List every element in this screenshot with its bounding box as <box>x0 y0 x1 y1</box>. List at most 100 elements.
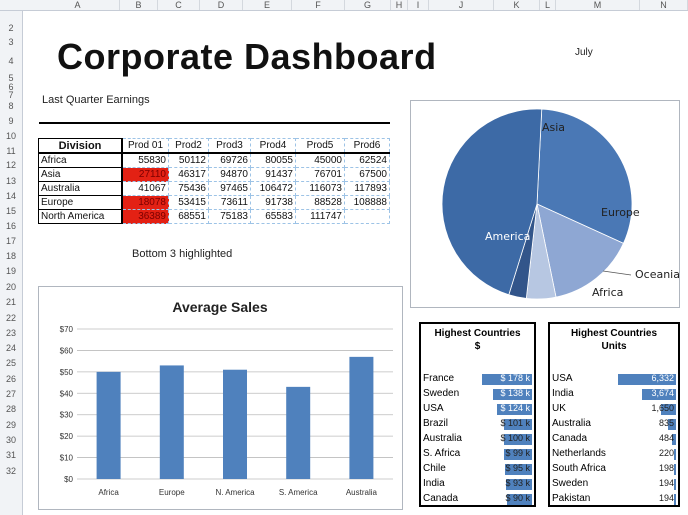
column-header[interactable]: H <box>391 0 408 10</box>
header-prod2[interactable]: Prod2 <box>168 138 209 154</box>
value-cell[interactable]: 97465 <box>208 181 251 196</box>
y-tick-label: $40 <box>60 389 74 398</box>
header-prod01[interactable]: Prod 01 <box>121 138 169 154</box>
division-cell[interactable]: Europe <box>38 195 123 210</box>
column-header[interactable]: L <box>540 0 556 10</box>
value-cell[interactable]: 65583 <box>250 209 296 224</box>
value-cell[interactable]: 76701 <box>295 167 345 182</box>
value-cell[interactable]: 117893 <box>344 181 390 196</box>
value-cell[interactable]: 69726 <box>208 152 251 168</box>
bar[interactable] <box>349 356 374 479</box>
bar[interactable] <box>96 371 121 479</box>
row-header[interactable]: 32 <box>0 466 22 476</box>
value-cell[interactable]: 75436 <box>168 181 209 196</box>
region-pie-chart[interactable]: Asia Europe Oceania Africa America <box>410 100 680 308</box>
value-cell[interactable]: 68551 <box>168 209 209 224</box>
value-cell[interactable] <box>344 209 390 224</box>
value-cell[interactable]: 116073 <box>295 181 345 196</box>
value-cell[interactable]: 73611 <box>208 195 251 210</box>
value-cell[interactable]: 67500 <box>344 167 390 182</box>
rank-row: S. Africa $ 99 k <box>423 447 532 462</box>
division-cell[interactable]: Asia <box>38 167 123 182</box>
y-tick-label: $60 <box>60 346 74 355</box>
row-header[interactable]: 26 <box>0 374 22 384</box>
average-sales-chart[interactable]: Average Sales $0 $10 $20 $30 $40 $50 $60 $70 Afr… <box>38 286 403 510</box>
row-header[interactable]: 3 <box>0 37 22 47</box>
rank-title-line2: Units <box>601 341 627 352</box>
column-header[interactable]: D <box>200 0 243 10</box>
row-header[interactable]: 4 <box>0 56 22 66</box>
row-header[interactable]: 11 <box>0 146 22 156</box>
column-header[interactable]: G <box>345 0 391 10</box>
row-header[interactable]: 23 <box>0 328 22 338</box>
row-header[interactable]: 9 <box>0 116 22 126</box>
value-cell[interactable]: 106472 <box>250 181 296 196</box>
highlighted-value-cell[interactable]: 36389 <box>121 209 169 224</box>
division-cell[interactable]: North America <box>38 209 123 224</box>
value-cell[interactable]: 75183 <box>208 209 251 224</box>
value-cell[interactable]: 46317 <box>168 167 209 182</box>
header-prod4[interactable]: Prod4 <box>250 138 296 154</box>
row-header[interactable]: 12 <box>0 160 22 170</box>
row-header[interactable]: 31 <box>0 450 22 460</box>
country-label: India <box>423 478 445 489</box>
row-header[interactable]: 22 <box>0 313 22 323</box>
value-cell[interactable]: 53415 <box>168 195 209 210</box>
value-cell[interactable]: 91738 <box>250 195 296 210</box>
row-header[interactable]: 24 <box>0 343 22 353</box>
row-header[interactable]: 19 <box>0 266 22 276</box>
header-prod5[interactable]: Prod5 <box>295 138 345 154</box>
rank-databar <box>674 449 676 460</box>
header-prod6[interactable]: Prod6 <box>344 138 390 154</box>
value-cell[interactable]: 41067 <box>121 181 169 196</box>
value-cell[interactable]: 55830 <box>121 152 169 168</box>
value-cell[interactable]: 94870 <box>208 167 251 182</box>
value-cell[interactable]: 45000 <box>295 152 345 168</box>
row-header[interactable]: 27 <box>0 389 22 399</box>
row-header[interactable]: 17 <box>0 236 22 246</box>
row-header[interactable]: 10 <box>0 131 22 141</box>
x-tick-label: Europe <box>159 488 185 497</box>
value-cell[interactable]: 108888 <box>344 195 390 210</box>
division-cell[interactable]: Australia <box>38 181 123 196</box>
row-header[interactable]: 30 <box>0 435 22 445</box>
column-header[interactable]: B <box>120 0 158 10</box>
value-cell[interactable]: 62524 <box>344 152 390 168</box>
column-header[interactable]: M <box>556 0 640 10</box>
value-cell[interactable]: 50112 <box>168 152 209 168</box>
division-cell[interactable]: Africa <box>38 152 123 168</box>
row-header[interactable]: 7 <box>0 90 22 100</box>
column-header[interactable]: I <box>408 0 429 10</box>
row-header[interactable]: 20 <box>0 282 22 292</box>
header-division[interactable]: Division <box>38 138 123 154</box>
row-header[interactable]: 15 <box>0 206 22 216</box>
column-header[interactable]: N <box>640 0 688 10</box>
row-header[interactable]: 28 <box>0 404 22 414</box>
row-header[interactable]: 16 <box>0 221 22 231</box>
value-cell[interactable]: 88528 <box>295 195 345 210</box>
value-cell[interactable]: 80055 <box>250 152 296 168</box>
highlighted-value-cell[interactable]: 27110 <box>121 167 169 182</box>
column-header[interactable]: C <box>158 0 200 10</box>
bar[interactable] <box>223 369 247 479</box>
column-header[interactable]: F <box>292 0 345 10</box>
rank-value: $ 90 k <box>505 493 530 503</box>
column-header[interactable]: A <box>36 0 120 10</box>
highlighted-value-cell[interactable]: 18078 <box>121 195 169 210</box>
value-cell[interactable]: 91437 <box>250 167 296 182</box>
row-header[interactable]: 29 <box>0 420 22 430</box>
header-prod3[interactable]: Prod3 <box>208 138 251 154</box>
value-cell[interactable]: 111747 <box>295 209 345 224</box>
row-header[interactable]: 8 <box>0 101 22 111</box>
row-header[interactable]: 25 <box>0 358 22 368</box>
column-header[interactable]: E <box>243 0 292 10</box>
row-header[interactable]: 2 <box>0 23 22 33</box>
column-header[interactable]: J <box>429 0 494 10</box>
bar[interactable] <box>159 365 184 479</box>
row-header[interactable]: 13 <box>0 176 22 186</box>
row-header[interactable]: 14 <box>0 191 22 201</box>
column-header[interactable]: K <box>494 0 540 10</box>
row-header[interactable]: 18 <box>0 251 22 261</box>
row-header[interactable]: 21 <box>0 297 22 307</box>
bar[interactable] <box>286 386 311 479</box>
